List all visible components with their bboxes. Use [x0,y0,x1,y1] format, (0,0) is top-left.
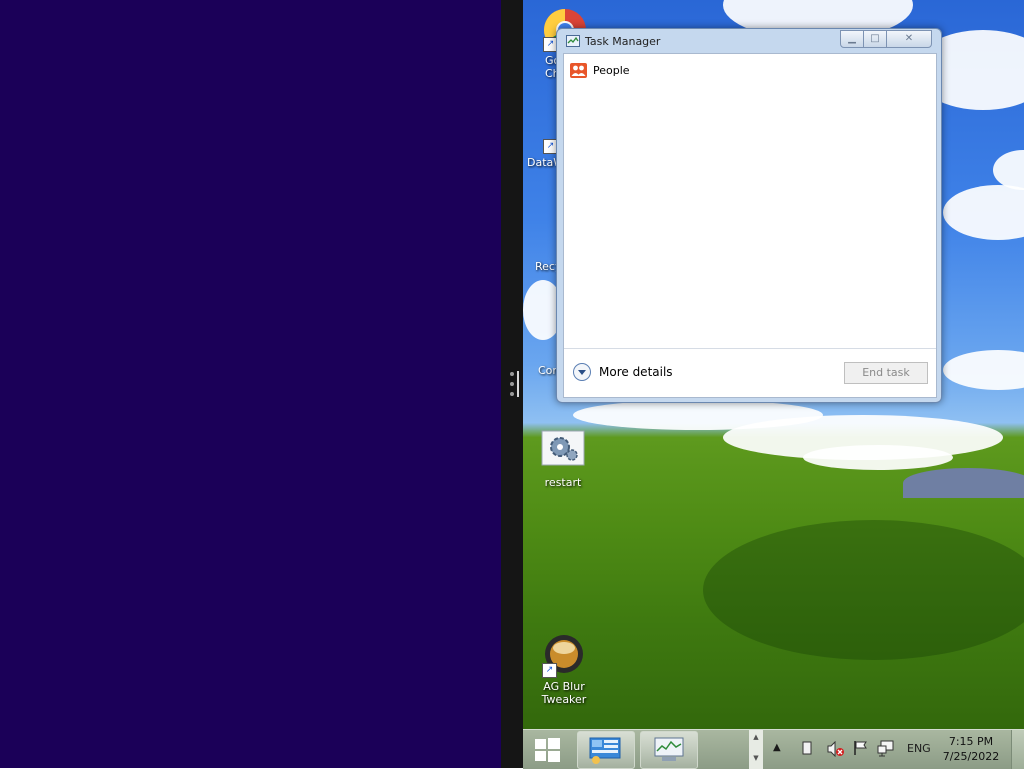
people-app-icon [589,737,621,764]
task-manager-content: People More details End task [563,53,937,398]
scroll-down-icon[interactable]: ▼ [749,754,763,762]
window-title: Task Manager [585,35,661,48]
desktop-icon-restart[interactable]: restart [523,430,603,489]
cloud [993,150,1024,190]
cloud [803,445,953,470]
volume-muted-icon[interactable] [827,740,845,760]
scroll-up-icon[interactable]: ▲ [749,733,763,741]
show-hidden-icons-icon[interactable]: ▲ [773,742,781,753]
close-icon: ✕ [904,33,914,44]
snapped-app-pane[interactable] [0,0,501,768]
clock-date: 7/25/2022 [942,750,1000,763]
app-name: People [593,63,630,77]
tablet-icon[interactable] [802,741,812,758]
task-manager-icon [654,737,684,761]
splitter-grip-dot [510,372,514,376]
desktop-icon-ag-blur-tweaker[interactable]: ↗ AG Blur Tweaker [524,634,604,706]
taskbar: ▲ ▼ ▲ ENG 7:15 PM 7/25/2022 [523,729,1024,769]
cloud [943,350,1024,390]
more-details-toggle[interactable]: More details [573,363,673,381]
divider [564,348,936,349]
taskbar-button-task-manager[interactable] [640,731,698,769]
ag-blur-tweaker-icon: ↗ [542,634,586,678]
more-details-label: More details [599,365,673,379]
minimize-button[interactable]: ▁ [840,30,864,48]
start-button[interactable] [523,730,571,769]
language-indicator[interactable]: ENG [907,742,931,755]
action-center-flag-icon[interactable] [853,740,869,759]
show-desktop-button[interactable] [1011,730,1024,769]
snap-splitter[interactable] [501,0,523,768]
maximize-button[interactable]: □ [863,30,887,48]
task-manager-icon [566,35,580,47]
clock[interactable]: 7:15 PM 7/25/2022 [939,734,1003,764]
list-item[interactable]: People [570,60,630,80]
clock-time: 7:15 PM [948,735,994,748]
restart-gear-icon [541,430,585,474]
network-icon[interactable] [877,740,895,760]
hill-shadow [703,520,1024,660]
chevron-down-icon [573,363,591,381]
task-manager-window[interactable]: Task Manager ▁ □ ✕ People More details E… [556,28,942,403]
desktop-icon-label: restart [544,476,582,489]
minimize-icon: ▁ [848,33,856,44]
splitter-grip-dot [510,382,514,386]
end-task-button[interactable]: End task [844,362,928,384]
splitter-grip-dot [510,392,514,396]
desktop-icon-label: AG Blur Tweaker [541,680,587,706]
shortcut-arrow-icon: ↗ [542,663,557,678]
taskbar-button-people[interactable] [577,731,635,769]
cloud [943,185,1024,240]
title-bar[interactable]: Task Manager ▁ □ ✕ [557,29,941,53]
close-button[interactable]: ✕ [886,30,932,48]
app-list[interactable]: People [564,54,936,348]
people-icon [570,62,587,78]
taskbar-scroll[interactable]: ▲ ▼ [749,730,763,769]
distant-mountain [903,468,1024,498]
maximize-icon: □ [870,33,880,44]
splitter-grip-line [517,371,519,397]
